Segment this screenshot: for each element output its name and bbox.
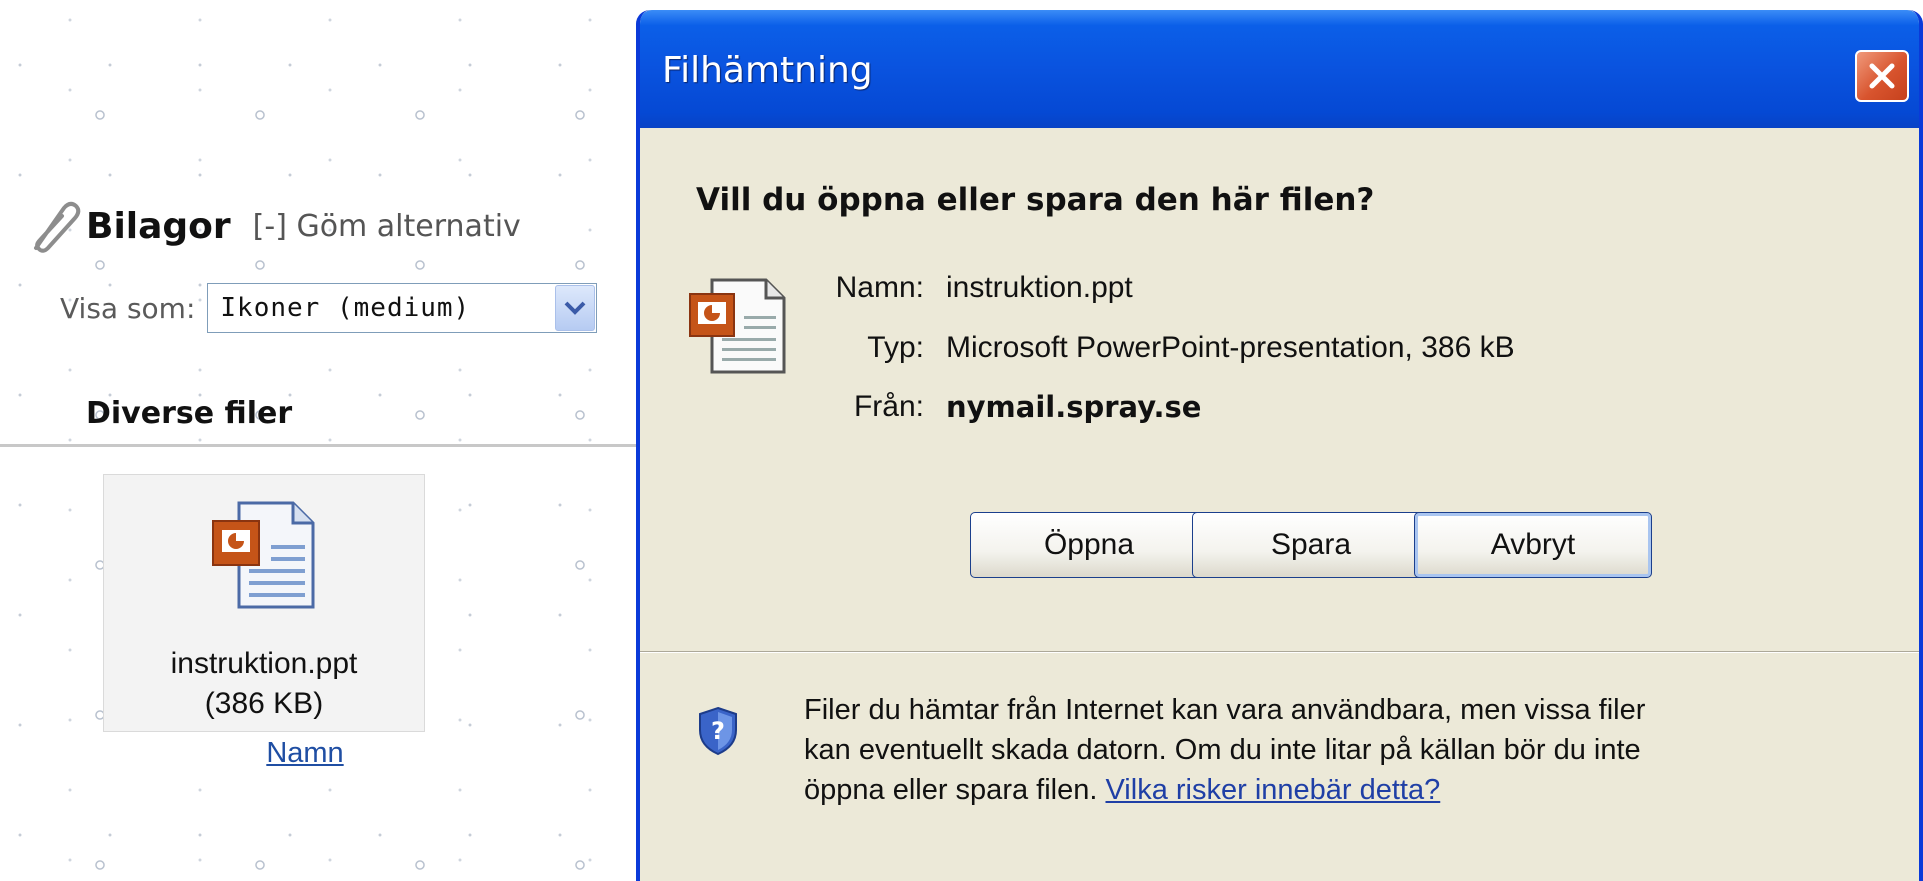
hide-options-toggle[interactable]: [-] Göm alternativ	[253, 209, 521, 244]
risk-info-link[interactable]: Vilka risker innebär detta?	[1105, 774, 1440, 806]
attachment-file-name: instruktion.ppt	[170, 647, 358, 680]
sort-by-name-link[interactable]: Namn	[260, 737, 350, 770]
file-download-dialog: Filhämtning Vill du öppna eller spara de…	[636, 10, 1923, 881]
category-title: Diverse filer	[86, 396, 293, 431]
security-warning: Filer du hämtar från Internet kan vara a…	[804, 690, 1684, 810]
view-mode-value: Ikoner (medium)	[220, 293, 471, 323]
file-type-label: Typ:	[867, 331, 924, 364]
attachment-file-size: (386 KB)	[204, 687, 324, 720]
dialog-titlebar[interactable]: Filhämtning	[640, 10, 1919, 138]
attachments-header: Bilagor [-] Göm alternativ	[14, 198, 521, 254]
view-mode-select[interactable]: Ikoner (medium)	[207, 283, 598, 333]
close-button[interactable]	[1855, 50, 1909, 102]
attachment-file-tile[interactable]: instruktion.ppt (386 KB)	[103, 474, 425, 732]
svg-text:?: ?	[711, 717, 725, 745]
powerpoint-file-icon	[212, 501, 315, 609]
file-name-value: instruktion.ppt	[946, 271, 1133, 304]
dialog-separator	[640, 651, 1919, 653]
chevron-down-icon[interactable]	[555, 285, 596, 331]
dialog-question: Vill du öppna eller spara den här filen?	[696, 182, 1375, 218]
shield-help-icon: ?	[699, 706, 737, 756]
open-button[interactable]: Öppna	[970, 512, 1208, 578]
dialog-body: Vill du öppna eller spara den här filen?…	[640, 128, 1919, 881]
dialog-title: Filhämtning	[662, 50, 873, 91]
attachments-title: Bilagor	[86, 205, 231, 247]
category-divider	[0, 444, 660, 447]
paperclip-icon	[34, 201, 81, 253]
file-type-value: Microsoft PowerPoint-presentation, 386 k…	[946, 331, 1515, 364]
file-name-label: Namn:	[835, 271, 924, 304]
view-mode-label: Visa som:	[60, 291, 196, 325]
file-source-value: nymail.spray.se	[946, 390, 1202, 424]
view-mode-row: Visa som: Ikoner (medium)	[60, 283, 598, 333]
save-button[interactable]: Spara	[1192, 512, 1430, 578]
cancel-button[interactable]: Avbryt	[1414, 512, 1652, 578]
close-icon	[1869, 63, 1895, 89]
file-source-label: Från:	[853, 390, 924, 423]
